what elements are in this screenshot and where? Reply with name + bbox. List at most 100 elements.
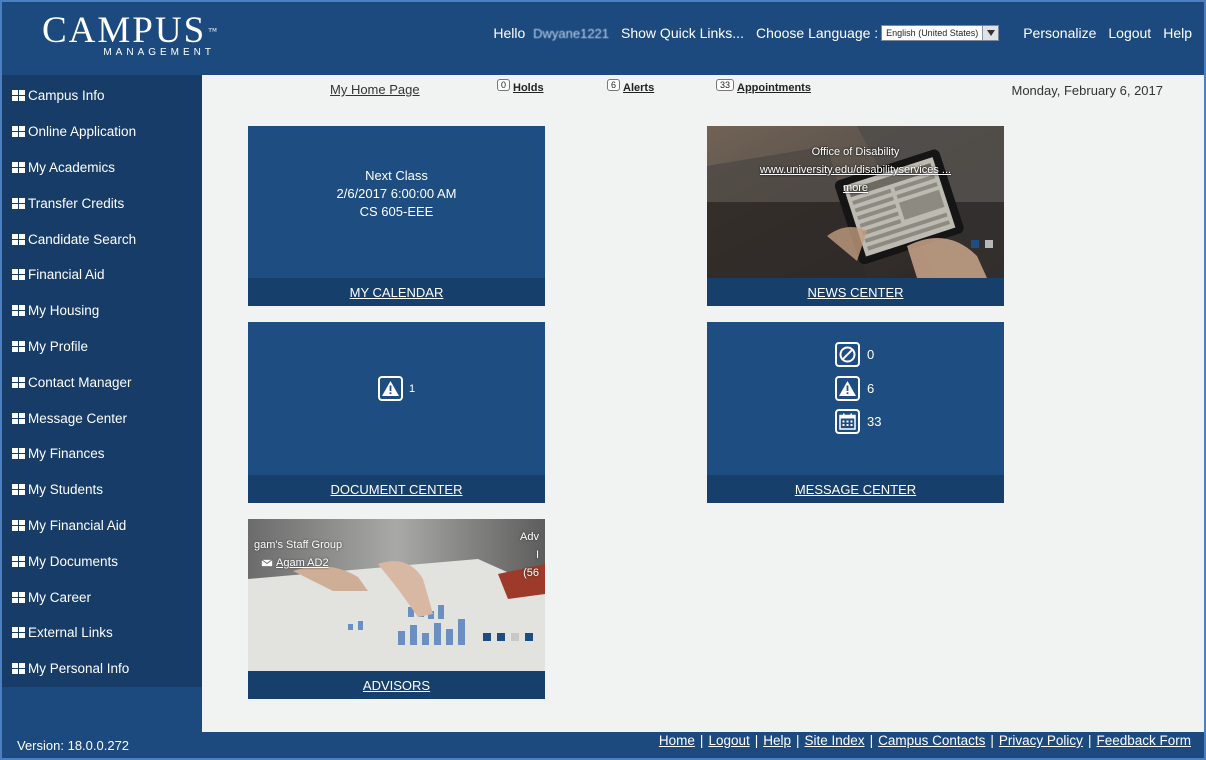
alerts-row[interactable]: 6 [835, 376, 874, 401]
sidebar-item-contact-manager[interactable]: Contact Manager [2, 364, 202, 400]
document-center-link[interactable]: DOCUMENT CENTER [248, 475, 545, 503]
advisor-name: Agam AD2 [276, 557, 329, 569]
news-more-link[interactable]: more [707, 179, 1004, 197]
sidebar-item-label: External Links [28, 625, 113, 641]
alerts-link[interactable]: 6 Alerts [607, 79, 654, 94]
sidebar-item-my-finances[interactable]: My Finances [2, 436, 202, 472]
envelope-icon [261, 559, 273, 567]
holds-row[interactable]: 0 [835, 342, 874, 367]
grid-icon [12, 269, 25, 281]
logout-link[interactable]: Logout [1108, 25, 1151, 41]
language-select[interactable]: English (United States) [881, 25, 1000, 41]
sidebar-item-my-financial-aid[interactable]: My Financial Aid [2, 508, 202, 544]
footer-separator: | [699, 733, 704, 748]
news-center-tile[interactable]: Office of Disability www.university.edu/… [707, 126, 1004, 306]
my-home-page-link[interactable]: My Home Page [330, 82, 420, 97]
footer-separator: | [990, 733, 994, 748]
greeting: Hello Dwyane1221 [493, 25, 609, 41]
holds-link[interactable]: 0 Holds [497, 79, 544, 94]
sidebar-item-transfer-credits[interactable]: Transfer Credits [2, 185, 202, 221]
warning-icon [835, 376, 860, 401]
news-url-link[interactable]: www.university.edu/disabilityservices ..… [707, 161, 1004, 179]
logo-main-text: CAMPUS [42, 10, 207, 51]
sidebar-item-my-personal-info[interactable]: My Personal Info [2, 651, 202, 687]
grid-icon [12, 376, 25, 388]
footer-link-feedback-form[interactable]: Feedback Form [1096, 733, 1191, 748]
sidebar-item-label: My Career [28, 589, 92, 605]
my-calendar-tile[interactable]: Next Class 2/6/2017 6:00:00 AM CS 605-EE… [248, 126, 545, 306]
app-window: CAMPUS ™ MANAGEMENT Hello Dwyane1221 Show… [0, 0, 1206, 760]
sidebar-item-message-center[interactable]: Message Center [2, 400, 202, 436]
footer-links: Home | Logout | Help | Site Index | Campus Conta… [659, 733, 1191, 748]
language-label: Choose Language : [755, 25, 879, 41]
news-carousel-dots [971, 240, 993, 248]
my-calendar-link[interactable]: MY CALENDAR [248, 278, 545, 306]
warning-icon [377, 376, 403, 401]
sidebar-item-label: Message Center [28, 410, 128, 426]
sidebar-item-label: My Academics [28, 159, 116, 175]
advisor-secondary-line2: I [535, 549, 539, 561]
grid-icon [12, 448, 25, 460]
grid-icon [12, 519, 25, 531]
grid-icon [12, 484, 25, 496]
appointments-label: Appointments [737, 82, 811, 94]
sidebar-item-my-profile[interactable]: My Profile [2, 329, 202, 365]
sidebar-item-label: My Profile [28, 338, 89, 354]
sidebar-item-my-students[interactable]: My Students [2, 472, 202, 508]
footer-link-site-index[interactable]: Site Index [805, 733, 865, 748]
sidebar-item-label: My Personal Info [28, 661, 130, 677]
block-icon [835, 342, 860, 367]
message-center-tile[interactable]: 0 6 33 MESSAGE CENTER [707, 322, 1004, 503]
next-class-heading: Next Class [365, 168, 428, 183]
personalize-link[interactable]: Personalize [1023, 25, 1096, 41]
sidebar-item-my-housing[interactable]: My Housing [2, 293, 202, 329]
carousel-dot[interactable] [483, 633, 491, 641]
carousel-dot-active[interactable] [511, 633, 519, 641]
carousel-dot[interactable] [985, 240, 993, 248]
sidebar-item-financial-aid[interactable]: Financial Aid [2, 257, 202, 293]
footer-link-campus-contacts[interactable]: Campus Contacts [878, 733, 985, 748]
header-bar: CAMPUS ™ MANAGEMENT Hello Dwyane1221 Show… [2, 2, 1204, 75]
sidebar-item-label: My Financial Aid [28, 517, 127, 533]
sidebar-item-online-application[interactable]: Online Application [2, 114, 202, 150]
next-class-course: CS 605-EEE [359, 204, 434, 219]
document-center-tile[interactable]: 1 DOCUMENT CENTER [248, 322, 545, 503]
campus-management-logo[interactable]: CAMPUS ™ MANAGEMENT [42, 10, 219, 59]
sidebar-item-my-career[interactable]: My Career [2, 579, 202, 615]
carousel-dot[interactable] [525, 633, 533, 641]
calendar-icon [835, 409, 860, 434]
footer-link-logout[interactable]: Logout [708, 733, 749, 748]
grid-icon [12, 90, 25, 102]
chevron-down-icon[interactable] [982, 26, 999, 40]
sidebar-item-my-academics[interactable]: My Academics [2, 150, 202, 186]
advisor-secondary-info: Adv I (56 [520, 528, 539, 582]
footer-link-privacy-policy[interactable]: Privacy Policy [999, 733, 1083, 748]
footer-link-help[interactable]: Help [763, 733, 791, 748]
sidebar-item-candidate-search[interactable]: Candidate Search [2, 221, 202, 257]
sidebar-item-campus-info[interactable]: Campus Info [2, 78, 202, 114]
advisor-group: gam's Staff Group [254, 539, 343, 551]
message-center-link[interactable]: MESSAGE CENTER [707, 475, 1004, 503]
greeting-label: Hello [493, 25, 526, 41]
sidebar-menu: Campus Info Online Application My Academic… [2, 75, 202, 687]
carousel-dot-active[interactable] [971, 240, 979, 248]
footer-separator: | [754, 733, 759, 748]
grid-icon [12, 412, 25, 424]
advisors-link[interactable]: ADVISORS [248, 671, 545, 699]
advisors-tile[interactable]: gam's Staff Group Agam AD2 Adv I (56 ADV… [248, 519, 545, 699]
holds-label: Holds [513, 82, 544, 94]
quick-links-link[interactable]: Show Quick Links... [621, 25, 744, 41]
sidebar-item-external-links[interactable]: External Links [2, 615, 202, 651]
carousel-dot[interactable] [497, 633, 505, 641]
help-link[interactable]: Help [1163, 25, 1192, 41]
sidebar-item-my-documents[interactable]: My Documents [2, 543, 202, 579]
footer-separator: | [796, 733, 800, 748]
advisor-email-link[interactable]: Agam AD2 [254, 554, 342, 572]
footer-separator: | [1087, 733, 1092, 748]
appointments-row[interactable]: 33 [835, 409, 881, 434]
appointments-link[interactable]: 33 Appointments [716, 79, 811, 94]
news-center-link[interactable]: NEWS CENTER [707, 278, 1004, 306]
document-count: 1 [408, 382, 416, 395]
grid-icon [12, 197, 25, 209]
footer-link-home[interactable]: Home [659, 733, 695, 748]
